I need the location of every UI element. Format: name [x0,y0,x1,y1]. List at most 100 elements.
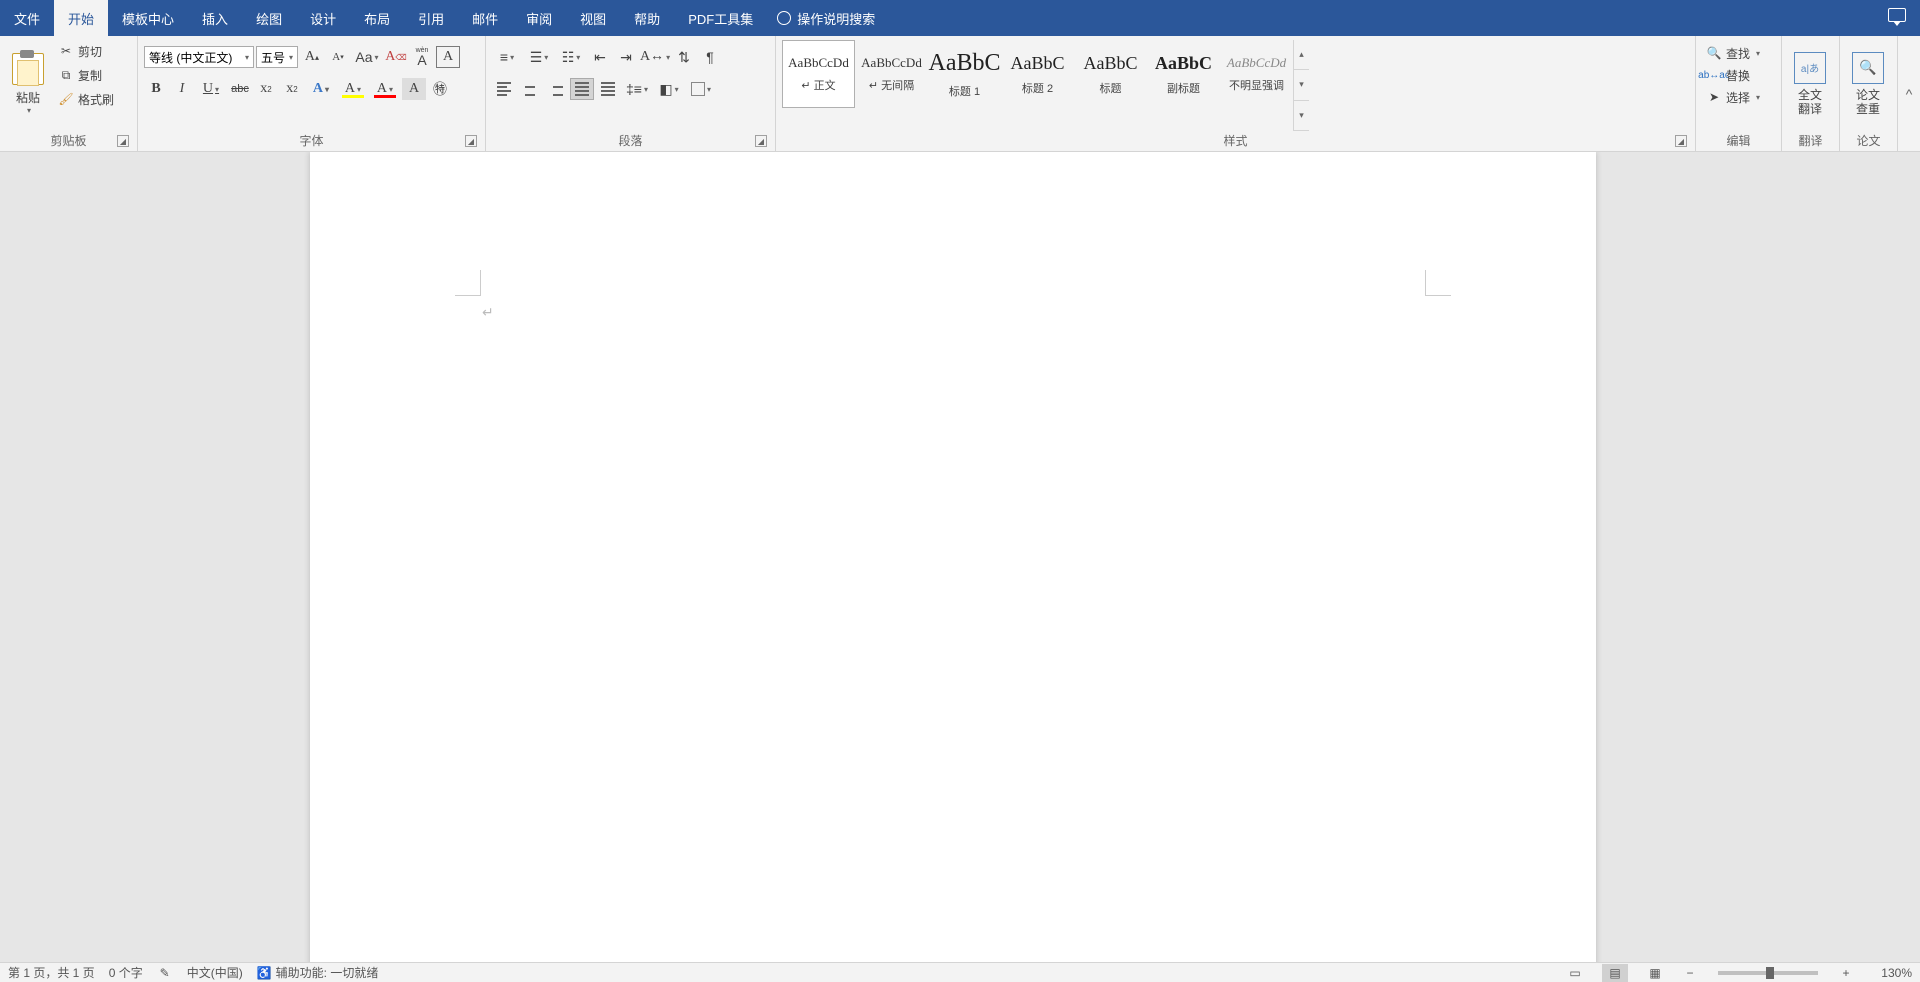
home-tab[interactable]: 开始 [54,0,108,36]
character-shading-button[interactable]: A [402,78,426,100]
styles-launcher[interactable]: ◢ [1675,135,1687,147]
design-tab[interactable]: 设计 [296,0,350,36]
paragraph-launcher[interactable]: ◢ [755,135,767,147]
language-status[interactable]: 中文(中国) [187,964,243,981]
subscript-button[interactable]: x2 [254,78,278,100]
pdf-tab[interactable]: PDF工具集 [674,0,767,36]
align-left-button[interactable] [492,78,516,100]
paragraph-group-label: 段落 [492,132,769,149]
zoom-slider-thumb[interactable] [1766,967,1774,979]
font-name-combo[interactable]: 等线 (中文正文) ▾ [144,46,254,68]
style-item-0[interactable]: AaBbCcDd↵ 正文 [782,40,855,108]
collapse-ribbon-button[interactable]: ^ [1898,36,1920,151]
page-number-status[interactable]: 第 1 页，共 1 页 [8,964,95,981]
search-icon: 🔍 [1706,45,1722,61]
template-tab[interactable]: 模板中心 [108,0,188,36]
enclose-characters-button[interactable]: ㊕ [428,78,452,100]
draw-tab[interactable]: 绘图 [242,0,296,36]
print-layout-button[interactable]: ▤ [1602,964,1628,982]
bold-button[interactable]: B [144,78,168,100]
mail-tab[interactable]: 邮件 [458,0,512,36]
tell-me-label: 操作说明搜索 [797,9,875,28]
underline-button[interactable]: U▾ [196,78,226,100]
read-mode-button[interactable]: ▭ [1562,964,1588,982]
review-tab[interactable]: 审阅 [512,0,566,36]
format-painter-label: 格式刷 [78,91,114,108]
zoom-level[interactable]: 130% [1868,966,1912,980]
ribbon: 粘贴 ▾ ✂ 剪切 ⧉ 复制 🖌 格式刷 剪贴板 ◢ [0,36,1920,152]
line-spacing-button[interactable]: ‡≡▾ [622,78,652,100]
insert-tab[interactable]: 插入 [188,0,242,36]
cut-button[interactable]: ✂ 剪切 [54,40,118,62]
align-justify-button[interactable] [570,78,594,100]
style-item-3[interactable]: AaBbC标题 2 [1001,40,1074,108]
styles-scroll-button[interactable]: ▴ [1294,40,1309,70]
show-marks-button[interactable]: ¶ [698,46,722,68]
clipboard-launcher[interactable]: ◢ [117,135,129,147]
accessibility-status[interactable]: ♿辅助功能: 一切就绪 [257,964,379,981]
find-button[interactable]: 🔍 查找 ▾ [1702,42,1764,64]
help-tab[interactable]: 帮助 [620,0,674,36]
clear-formatting-button[interactable]: A⌫ [384,46,408,68]
spellcheck-icon[interactable]: ✎ [157,965,173,981]
thesis-check-button[interactable]: 🔍 论文 查重 [1846,40,1890,128]
brush-icon: 🖌 [58,91,74,107]
decrease-indent-button[interactable]: ⇤ [588,46,612,68]
highlight-button[interactable]: A▾ [338,78,368,100]
asian-layout-button[interactable]: A↔▾ [640,46,670,68]
style-item-5[interactable]: AaBbC副标题 [1147,40,1220,108]
tell-me-search[interactable]: 操作说明搜索 [777,0,875,36]
comments-icon[interactable] [1888,8,1906,22]
format-painter-button[interactable]: 🖌 格式刷 [54,88,118,110]
zoom-slider[interactable] [1718,971,1818,975]
replace-button[interactable]: ab↔ac 替换 [1702,64,1754,86]
document-area[interactable]: ↵ [0,152,1920,962]
shading-button[interactable]: ◧▾ [654,78,684,100]
scissors-icon: ✂ [58,43,74,59]
editing-group: 🔍 查找 ▾ ab↔ac 替换 ➤ 选择 ▾ 编辑 [1696,36,1782,151]
paste-button[interactable]: 粘贴 ▾ [6,40,50,128]
word-count-status[interactable]: 0 个字 [109,964,143,981]
chevron-down-icon: ▾ [1756,93,1760,102]
font-size-combo[interactable]: 五号 ▾ [256,46,298,68]
replace-icon: ab↔ac [1706,67,1722,83]
document-page[interactable]: ↵ [310,152,1596,962]
change-case-button[interactable]: Aa▾ [352,46,382,68]
font-color-button[interactable]: A▾ [370,78,400,100]
borders-button[interactable]: ▾ [686,78,716,100]
translate-button[interactable]: a|あ 全文 翻译 [1788,40,1832,128]
font-launcher[interactable]: ◢ [465,135,477,147]
styles-scroll-button[interactable]: ▾ [1294,70,1309,100]
style-item-1[interactable]: AaBbCcDd↵ 无间隔 [855,40,928,108]
align-right-button[interactable] [544,78,568,100]
numbering-button[interactable]: ☰▾ [524,46,554,68]
select-button[interactable]: ➤ 选择 ▾ [1702,86,1764,108]
phonetic-guide-button[interactable]: wènA [410,46,434,68]
text-effects-button[interactable]: A▾ [306,78,336,100]
strikethrough-button[interactable]: abc [228,78,252,100]
distributed-button[interactable] [596,78,620,100]
shrink-font-button[interactable]: A▾ [326,46,350,68]
zoom-in-button[interactable]: + [1838,966,1854,980]
style-item-2[interactable]: AaBbC标题 1 [928,40,1001,108]
zoom-out-button[interactable]: − [1682,966,1698,980]
bullets-button[interactable]: ≡▾ [492,46,522,68]
file-tab[interactable]: 文件 [0,0,54,36]
references-tab[interactable]: 引用 [404,0,458,36]
multilevel-list-button[interactable]: ☷▾ [556,46,586,68]
style-item-4[interactable]: AaBbC标题 [1074,40,1147,108]
grow-font-button[interactable]: A▴ [300,46,324,68]
italic-button[interactable]: I [170,78,194,100]
styles-more-button[interactable]: ▾ [1294,101,1309,131]
sort-button[interactable]: ⇅ [672,46,696,68]
increase-indent-button[interactable]: ⇥ [614,46,638,68]
styles-gallery[interactable]: AaBbCcDd↵ 正文AaBbCcDd↵ 无间隔AaBbC标题 1AaBbC标… [782,40,1689,131]
view-tab[interactable]: 视图 [566,0,620,36]
align-center-button[interactable] [518,78,542,100]
web-layout-button[interactable]: ▦ [1642,964,1668,982]
character-border-button[interactable]: A [436,46,460,68]
copy-button[interactable]: ⧉ 复制 [54,64,118,86]
style-item-6[interactable]: AaBbCcDd不明显强调 [1220,40,1293,108]
superscript-button[interactable]: x2 [280,78,304,100]
layout-tab[interactable]: 布局 [350,0,404,36]
